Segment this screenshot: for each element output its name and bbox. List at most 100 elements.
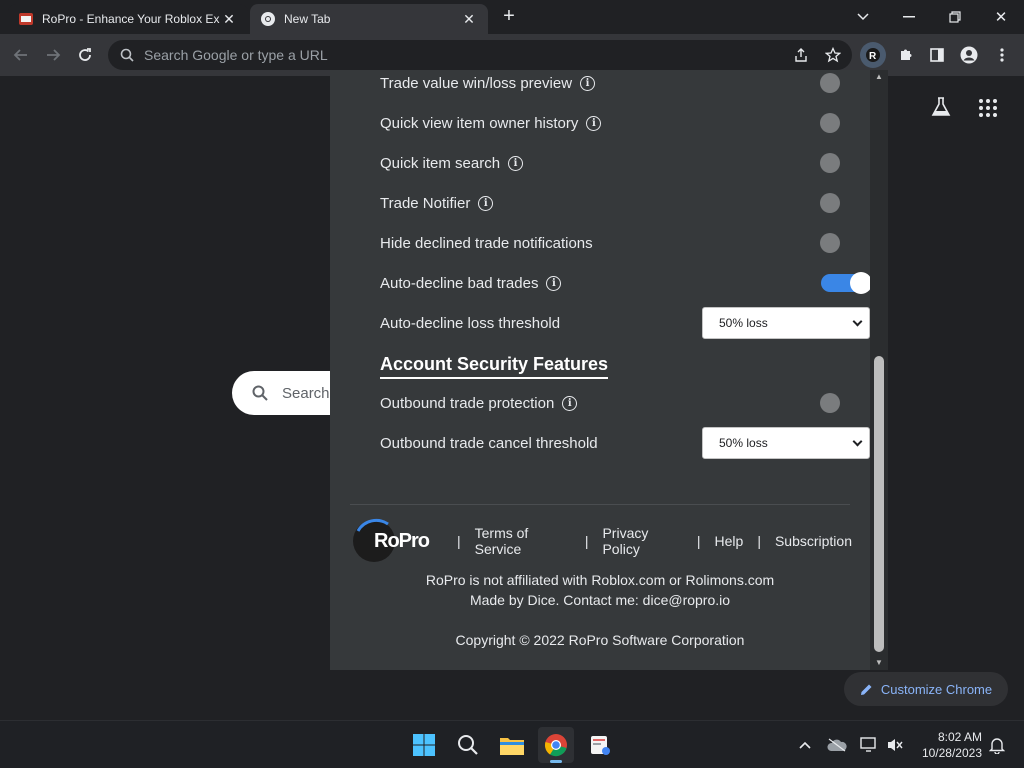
- labs-flask-icon[interactable]: [930, 96, 954, 120]
- share-icon[interactable]: [788, 42, 814, 68]
- apps-grid-icon[interactable]: [978, 98, 1000, 120]
- close-icon[interactable]: ✕: [460, 10, 478, 28]
- tab-title: RoPro - Enhance Your Roblox Experience: [42, 12, 220, 26]
- footer-separator: |: [757, 533, 761, 549]
- toggle-switch[interactable]: [820, 110, 870, 136]
- toggle-switch[interactable]: [820, 230, 870, 256]
- windows-taskbar: 8:02 AM 10/28/2023: [0, 720, 1024, 768]
- privacy-policy-link[interactable]: Privacy Policy: [602, 525, 682, 557]
- tab-strip: RoPro - Enhance Your Roblox Experience ✕…: [0, 0, 1024, 34]
- setting-quick-view-owner-history: Quick view item owner history i: [380, 110, 840, 136]
- chrome-favicon-icon: [261, 12, 275, 26]
- section-heading: Account Security Features: [380, 354, 609, 379]
- taskbar-clock[interactable]: 8:02 AM 10/28/2023: [912, 729, 982, 761]
- volume-muted-icon[interactable]: [884, 735, 906, 755]
- clock-date: 10/28/2023: [921, 746, 982, 760]
- tab-new-tab[interactable]: New Tab ✕: [250, 4, 488, 34]
- start-windows-icon[interactable]: [406, 727, 442, 763]
- info-icon[interactable]: i: [586, 115, 602, 131]
- terms-of-service-link[interactable]: Terms of Service: [475, 525, 571, 557]
- footer-contact: Made by Dice. Contact me: dice@ropro.io: [469, 592, 731, 608]
- toggle-knob: [850, 272, 870, 294]
- scroll-up-icon[interactable]: ▲: [870, 70, 888, 84]
- new-tab-button[interactable]: +: [498, 6, 520, 28]
- clock-time: 8:02 AM: [937, 730, 982, 744]
- customize-chrome-button[interactable]: Customize Chrome: [844, 672, 1008, 706]
- restore-icon[interactable]: [942, 4, 968, 30]
- tab-search-icon[interactable]: [850, 4, 876, 30]
- onedrive-cloud-icon[interactable]: [826, 735, 848, 755]
- close-icon[interactable]: ✕: [220, 10, 238, 28]
- scroll-thumb[interactable]: [874, 356, 884, 652]
- bookmark-star-icon[interactable]: [820, 42, 846, 68]
- back-icon[interactable]: [8, 42, 34, 68]
- ropro-extension-popup: Trade value win/loss preview i Quick vie…: [330, 70, 888, 670]
- toggle-switch[interactable]: [820, 150, 870, 176]
- toggle-knob: [820, 73, 840, 93]
- footer-separator: |: [584, 533, 589, 549]
- profile-avatar-icon[interactable]: [956, 42, 982, 68]
- popup-scrollbar[interactable]: ▲ ▼: [870, 70, 888, 670]
- ropro-favicon-icon: [19, 13, 33, 25]
- footer-divider: [350, 504, 850, 505]
- help-link[interactable]: Help: [715, 533, 744, 549]
- setting-label: Trade Notifier: [380, 194, 471, 212]
- info-icon[interactable]: i: [478, 195, 494, 211]
- reload-icon[interactable]: [72, 42, 98, 68]
- window-close-icon[interactable]: ✕: [988, 4, 1014, 30]
- show-hidden-icons-chevron-up-icon[interactable]: [794, 735, 816, 755]
- forward-icon[interactable]: [40, 42, 66, 68]
- toggle-switch[interactable]: [820, 390, 870, 416]
- notification-bell-icon[interactable]: [986, 735, 1008, 755]
- setting-label: Auto-decline loss threshold: [380, 314, 561, 332]
- search-icon: [120, 48, 134, 62]
- taskbar-search-icon[interactable]: [450, 727, 486, 763]
- setting-label: Auto-decline bad trades: [380, 274, 539, 292]
- setting-label: Trade value win/loss preview: [380, 74, 573, 92]
- snipping-tool-icon[interactable]: [582, 727, 618, 763]
- outbound-cancel-threshold-select[interactable]: 50% loss: [702, 427, 870, 459]
- setting-auto-decline-bad-trades: Auto-decline bad trades i: [380, 270, 870, 296]
- extensions-puzzle-icon[interactable]: [893, 42, 919, 68]
- info-icon[interactable]: i: [562, 395, 578, 411]
- info-icon[interactable]: i: [546, 275, 562, 291]
- minimize-icon[interactable]: [896, 4, 922, 30]
- select-value: 50% loss: [719, 316, 768, 330]
- footer-separator: |: [457, 533, 461, 549]
- chevron-down-icon: [852, 316, 863, 326]
- info-icon[interactable]: i: [508, 155, 524, 171]
- ropro-logo[interactable]: RoPro: [352, 517, 430, 565]
- network-monitor-icon[interactable]: [858, 735, 880, 755]
- ntp-search-placeholder: Search: [282, 384, 330, 402]
- popup-content: Trade value win/loss preview i Quick vie…: [330, 70, 870, 670]
- footer-copyright: Copyright © 2022 RoPro Software Corporat…: [455, 632, 745, 648]
- toggle-knob: [820, 113, 840, 133]
- ropro-extension-icon[interactable]: R: [860, 42, 886, 68]
- customize-chrome-label: Customize Chrome: [880, 681, 993, 697]
- file-explorer-icon[interactable]: [494, 727, 530, 763]
- subscription-link[interactable]: Subscription: [775, 533, 852, 549]
- tab-ropro[interactable]: RoPro - Enhance Your Roblox Experience ✕: [8, 4, 248, 34]
- chrome-taskbar-icon[interactable]: [538, 727, 574, 763]
- info-icon[interactable]: i: [580, 75, 596, 91]
- tab-title: New Tab: [284, 12, 331, 26]
- footer-separator: |: [696, 533, 701, 549]
- omnibox-input[interactable]: [144, 47, 744, 63]
- footer-links: RoPro | Terms of Service | Privacy Polic…: [352, 516, 852, 566]
- footer-disclaimer: RoPro is not affiliated with Roblox.com …: [425, 572, 775, 588]
- setting-label: Outbound trade protection: [380, 394, 555, 412]
- address-bar[interactable]: [108, 40, 852, 70]
- setting-outbound-trade-protection: Outbound trade protection i: [380, 390, 840, 416]
- setting-quick-item-search: Quick item search i: [380, 150, 840, 176]
- scroll-down-icon[interactable]: ▼: [870, 656, 888, 670]
- toggle-knob: [820, 393, 840, 413]
- chrome-menu-icon[interactable]: [989, 42, 1015, 68]
- toggle-knob: [820, 193, 840, 213]
- side-panel-icon[interactable]: [924, 42, 950, 68]
- setting-label: Quick view item owner history: [380, 114, 579, 132]
- toggle-switch[interactable]: [820, 70, 870, 96]
- toggle-switch[interactable]: [820, 270, 870, 296]
- auto-decline-threshold-select[interactable]: 50% loss: [702, 307, 870, 339]
- chevron-down-icon: [852, 436, 863, 446]
- toggle-switch[interactable]: [820, 190, 870, 216]
